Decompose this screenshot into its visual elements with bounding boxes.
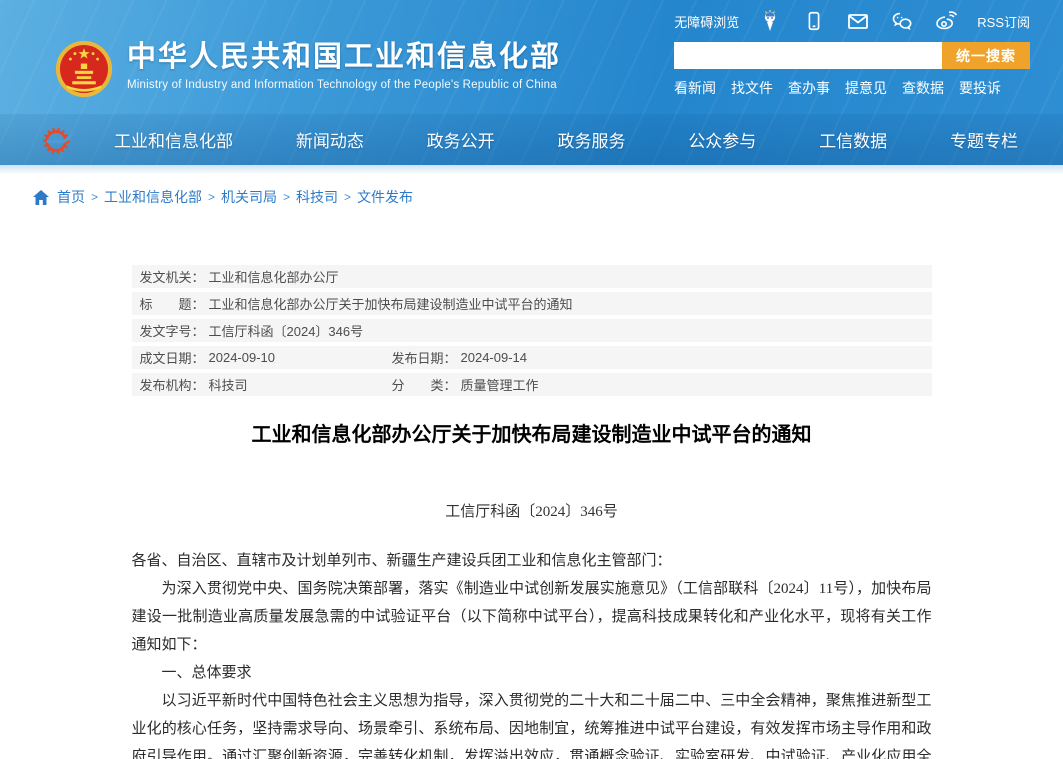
nav-item[interactable]: 专题专栏 [950, 127, 1018, 152]
quick-link[interactable]: 要投诉 [959, 78, 1001, 98]
document-paragraph: 一、总体要求 [132, 659, 932, 687]
breadcrumb-link[interactable]: 首页 [57, 187, 85, 207]
meta-label: 标 题： [140, 294, 205, 313]
national-emblem-icon [55, 40, 113, 98]
page: 无障碍浏览 [0, 0, 1063, 759]
meta-row: 成文日期： 2024-09-10 发布日期： 2024-09-14 [132, 346, 932, 369]
meta-value-2: 2024-09-14 [461, 350, 528, 365]
header-divider [0, 165, 1063, 174]
breadcrumb-items: > 首页 > 工业和信息化部 > 机关司局 > 科技司 > 文件发布 [57, 187, 413, 207]
breadcrumb: > 首页 > 工业和信息化部 > 机关司局 > 科技司 > 文件发布 [0, 174, 1063, 217]
breadcrumb-crumb: > 首页 [57, 187, 85, 207]
search-input[interactable] [674, 42, 942, 69]
document-title: 工业和信息化部办公厅关于加快布局建设制造业中试平台的通知 [132, 420, 932, 450]
quick-link[interactable]: 看新闻 [674, 78, 716, 98]
assistant-robot-icon[interactable] [757, 8, 783, 34]
nav-item[interactable]: 新闻动态 [296, 127, 364, 152]
meta-label-2: 发布日期： [392, 348, 457, 367]
meta-value: 科技司 [209, 375, 248, 394]
meta-value-2: 质量管理工作 [461, 375, 539, 394]
meta-label: 成文日期： [140, 348, 205, 367]
document-area: 发文机关： 工业和信息化部办公厅 标 题： 工业和信息化部办公厅关于加快布局建设… [132, 265, 932, 759]
unified-search-button[interactable]: 统一搜索 [942, 42, 1030, 69]
breadcrumb-crumb: > 机关司局 [208, 187, 277, 207]
breadcrumb-separator: > [208, 190, 215, 204]
miit-logo-icon [42, 124, 74, 156]
brand: 中华人民共和国工业和信息化部 Ministry of Industry and … [55, 42, 561, 112]
quick-link[interactable]: 提意见 [845, 78, 887, 98]
meta-row: 发文字号： 工信厅科函〔2024〕346号 [132, 319, 932, 342]
site-header: 无障碍浏览 [0, 0, 1063, 165]
document-paragraph: 各省、自治区、直辖市及计划单列市、新疆生产建设兵团工业和信息化主管部门： [132, 547, 932, 575]
main-navigation: 工业和信息化部 新闻动态 政务公开 政务服务 公众参与 工信数据 专题专栏 [0, 114, 1063, 165]
quick-link[interactable]: 查办事 [788, 78, 830, 98]
mobile-icon[interactable] [801, 8, 827, 34]
meta-row: 发布机构： 科技司 分 类： 质量管理工作 [132, 373, 932, 396]
nav-item[interactable]: 政务服务 [557, 127, 625, 152]
document-meta-table: 发文机关： 工业和信息化部办公厅 标 题： 工业和信息化部办公厅关于加快布局建设… [132, 265, 932, 396]
nav-item[interactable]: 工业和信息化部 [114, 127, 233, 152]
site-title-english: Ministry of Industry and Information Tec… [127, 79, 561, 91]
meta-row: 发文机关： 工业和信息化部办公厅 [132, 265, 932, 288]
breadcrumb-crumb: > 文件发布 [344, 187, 413, 207]
document-paragraph: 以习近平新时代中国特色社会主义思想为指导，深入贯彻党的二十大和二十届二中、三中全… [132, 687, 932, 759]
meta-value: 工业和信息化部办公厅 [209, 267, 339, 286]
meta-label: 发布机构： [140, 375, 205, 394]
accessibility-link[interactable]: 无障碍浏览 [674, 12, 739, 31]
meta-label-2: 分 类： [392, 375, 457, 394]
meta-label: 发文字号： [140, 321, 205, 340]
breadcrumb-link[interactable]: 文件发布 [357, 187, 413, 207]
document-paragraph: 为深入贯彻党中央、国务院决策部署，落实《制造业中试创新发展实施意见》（工信部联科… [132, 575, 932, 659]
nav-items: 工业和信息化部 新闻动态 政务公开 政务服务 公众参与 工信数据 专题专栏 [114, 127, 1018, 152]
meta-label: 发文机关： [140, 267, 205, 286]
topbar: 无障碍浏览 [0, 0, 1063, 42]
nav-item[interactable]: 政务公开 [427, 127, 495, 152]
quick-link[interactable]: 查数据 [902, 78, 944, 98]
wechat-icon[interactable] [889, 8, 915, 34]
mail-icon[interactable] [845, 8, 871, 34]
breadcrumb-separator: > [283, 190, 290, 204]
breadcrumb-separator: > [91, 190, 98, 204]
meta-row: 标 题： 工业和信息化部办公厅关于加快布局建设制造业中试平台的通知 [132, 292, 932, 315]
meta-value: 工信厅科函〔2024〕346号 [209, 321, 364, 340]
home-icon[interactable] [33, 190, 49, 205]
quick-link[interactable]: 找文件 [731, 78, 773, 98]
document-number: 工信厅科函〔2024〕346号 [132, 500, 932, 521]
breadcrumb-crumb: > 科技司 [283, 187, 338, 207]
rss-link[interactable]: RSS订阅 [977, 12, 1030, 31]
breadcrumb-separator: > [344, 190, 351, 204]
site-title: 中华人民共和国工业和信息化部 [127, 42, 561, 74]
quick-links: 看新闻找文件查办事提意见查数据要投诉 [674, 78, 1030, 98]
document-body: 各省、自治区、直辖市及计划单列市、新疆生产建设兵团工业和信息化主管部门：为深入贯… [132, 547, 932, 759]
nav-item[interactable]: 工信数据 [819, 127, 887, 152]
weibo-icon[interactable] [933, 8, 959, 34]
breadcrumb-link[interactable]: 科技司 [296, 187, 338, 207]
breadcrumb-link[interactable]: 机关司局 [221, 187, 277, 207]
breadcrumb-link[interactable]: 工业和信息化部 [104, 187, 202, 207]
meta-value: 2024-09-10 [209, 350, 276, 365]
search-area: 统一搜索 看新闻找文件查办事提意见查数据要投诉 [674, 42, 1030, 112]
header-main: 中华人民共和国工业和信息化部 Ministry of Industry and … [0, 42, 1063, 112]
breadcrumb-crumb: > 工业和信息化部 [91, 187, 202, 207]
nav-item[interactable]: 公众参与 [688, 127, 756, 152]
